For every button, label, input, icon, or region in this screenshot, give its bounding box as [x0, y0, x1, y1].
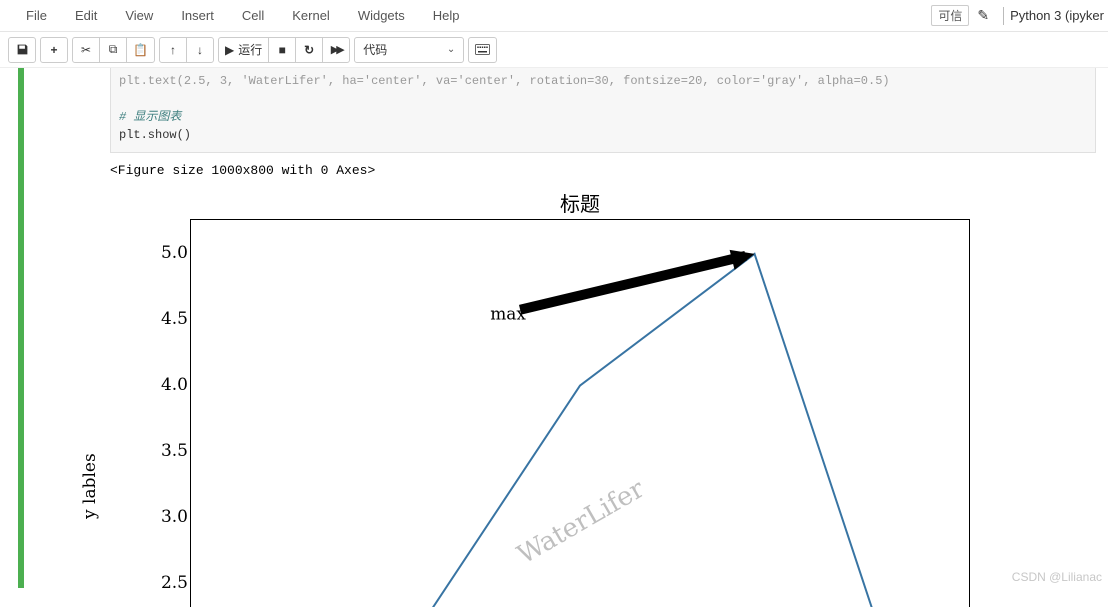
ytick-3.5: 3.5 — [148, 441, 188, 461]
notebook-area: plt.text(2.5, 3, 'WaterLifer', ha='cente… — [0, 68, 1108, 607]
ytick-4.0: 4.0 — [148, 375, 188, 395]
ytick-3.0: 3.0 — [148, 507, 188, 527]
ytick-4.5: 4.5 — [148, 309, 188, 329]
menu-insert[interactable]: Insert — [167, 2, 228, 29]
menu-kernel[interactable]: Kernel — [278, 2, 344, 29]
code-line-1: plt.text(2.5, 3, 'WaterLifer', ha='cente… — [119, 74, 890, 88]
plot-svg: max WaterLifer — [191, 220, 969, 607]
arrow-down-icon: ↓ — [197, 43, 203, 57]
menu-cell[interactable]: Cell — [228, 2, 278, 29]
ytick-5.0: 5.0 — [148, 243, 188, 263]
add-cell-button[interactable]: + — [40, 37, 68, 63]
move-down-button[interactable]: ↓ — [186, 37, 214, 63]
copy-button[interactable]: ⧉ — [99, 37, 127, 63]
celltype-label: 代码 — [363, 41, 387, 58]
plot-axes: max WaterLifer — [190, 219, 970, 607]
annotation-max-label: max — [490, 304, 526, 324]
ytick-2.5: 2.5 — [148, 573, 188, 593]
code-line-3: plt.show() — [119, 128, 191, 142]
paste-button[interactable]: 📋 — [126, 37, 155, 63]
restart-run-all-button[interactable]: ▶▶ — [322, 37, 350, 63]
stop-button[interactable]: ■ — [268, 37, 296, 63]
stop-icon: ■ — [279, 43, 286, 57]
output-figure-repr: <Figure size 1000x800 with 0 Axes> — [110, 153, 1108, 184]
arrow-up-icon: ↑ — [170, 43, 176, 57]
menubar: File Edit View Insert Cell Kernel Widget… — [0, 0, 1108, 32]
menu-file[interactable]: File — [12, 2, 61, 29]
menu-widgets[interactable]: Widgets — [344, 2, 419, 29]
toolbar: + ✂ ⧉ 📋 ↑ ↓ ▶ 运行 ■ ↻ ▶▶ 代码 ⌄ — [0, 32, 1108, 68]
restart-button[interactable]: ↻ — [295, 37, 323, 63]
keyboard-icon — [475, 44, 490, 55]
fast-forward-icon: ▶▶ — [331, 43, 342, 56]
trusted-badge[interactable]: 可信 — [931, 5, 969, 26]
run-label: 运行 — [238, 41, 262, 58]
chart-output: 标题 y lables 5.0 4.5 4.0 3.5 3.0 2.5 — [110, 184, 1108, 607]
page-watermark: CSDN @Lilianac — [1012, 570, 1102, 584]
plus-icon: + — [50, 43, 57, 57]
line-series-1 — [231, 254, 929, 607]
divider — [1003, 7, 1004, 25]
chart-title: 标题 — [190, 184, 970, 219]
paste-icon: 📋 — [133, 43, 148, 57]
save-icon — [16, 43, 29, 56]
menu-view[interactable]: View — [111, 2, 167, 29]
command-palette-button[interactable] — [468, 37, 497, 63]
play-icon: ▶ — [225, 43, 234, 57]
watermark-text: WaterLifer — [513, 474, 650, 571]
run-button[interactable]: ▶ 运行 — [218, 37, 269, 63]
cut-button[interactable]: ✂ — [72, 37, 100, 63]
menu-help[interactable]: Help — [419, 2, 474, 29]
edit-icon[interactable]: ✎ — [977, 7, 989, 24]
move-up-button[interactable]: ↑ — [159, 37, 187, 63]
cut-icon: ✂ — [81, 43, 91, 57]
cell-selection-bar — [18, 68, 24, 588]
celltype-select[interactable]: 代码 ⌄ — [354, 37, 464, 63]
restart-icon: ↻ — [304, 43, 314, 57]
chevron-down-icon: ⌄ — [447, 44, 455, 55]
kernel-name[interactable]: Python 3 (ipyker — [1010, 8, 1108, 23]
copy-icon: ⧉ — [109, 42, 118, 57]
code-comment: # 显示图表 — [119, 110, 181, 124]
code-cell[interactable]: plt.text(2.5, 3, 'WaterLifer', ha='cente… — [110, 68, 1096, 153]
menu-edit[interactable]: Edit — [61, 2, 111, 29]
save-button[interactable] — [8, 37, 36, 63]
y-axis-label: y lables — [80, 453, 100, 519]
